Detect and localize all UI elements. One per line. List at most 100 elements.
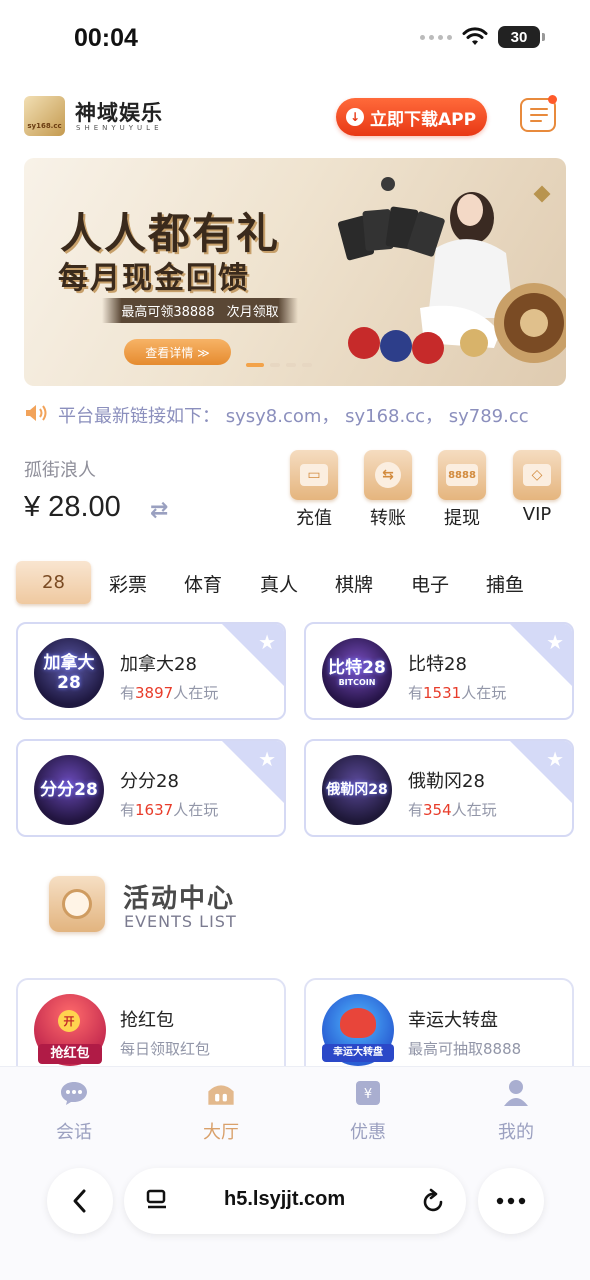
- battery-icon: 30: [498, 26, 545, 48]
- transfer-icon: ⇆: [364, 450, 412, 500]
- game-card-canada28[interactable]: ★ 加拿大28 加拿大28 有3897人在玩: [16, 622, 286, 720]
- tabbar-profile[interactable]: 我的: [476, 1078, 556, 1144]
- menu-line: [530, 114, 548, 116]
- notification-dot: [548, 95, 557, 104]
- back-arrow-icon: [73, 1189, 86, 1213]
- banner-casino-illustration-icon: [337, 177, 566, 364]
- banner-indicator-active: [246, 363, 264, 367]
- tab-live[interactable]: 真人: [260, 570, 298, 597]
- fenfen28-logo: 分分28: [34, 755, 104, 825]
- game-card-oregon28[interactable]: ★ 俄勒冈28 俄勒冈28 有354人在玩: [304, 739, 574, 837]
- lobby-icon: [205, 1078, 237, 1108]
- vip-button[interactable]: ◇ VIP: [513, 450, 561, 525]
- download-app-label: 立即下载APP: [370, 109, 477, 130]
- tab-slots[interactable]: 电子: [411, 570, 449, 597]
- banner-title: 人人都有礼: [60, 209, 281, 258]
- deposit-label: 充值: [296, 508, 332, 529]
- canada28-logo: 加拿大28: [34, 638, 104, 708]
- promo-icon: ¥: [352, 1078, 384, 1108]
- reader-mode-icon[interactable]: [146, 1189, 168, 1213]
- bitcoin28-logo-text: 比特28: [328, 658, 386, 678]
- logo-text: sy168.cc: [27, 122, 62, 130]
- download-icon: ↓: [346, 108, 364, 126]
- lucky-wheel-logo-text: 幸运大转盘: [322, 1044, 394, 1062]
- events-crown-icon: [49, 876, 105, 932]
- banner-indicator: [286, 363, 296, 367]
- banner-indicator: [302, 363, 312, 367]
- red-envelope-badge: 开: [58, 1010, 80, 1032]
- reload-icon[interactable]: [422, 1188, 446, 1214]
- oregon28-logo: 俄勒冈28: [322, 755, 392, 825]
- tab-lottery[interactable]: 彩票: [109, 570, 147, 597]
- wheel-figure: [340, 1008, 376, 1038]
- browser-more-button[interactable]: [478, 1168, 544, 1234]
- transfer-button[interactable]: ⇆ 转账: [364, 450, 412, 530]
- browser-address-bar[interactable]: h5.lsyjjt.com: [124, 1168, 466, 1234]
- banner-indicator: [270, 363, 280, 367]
- menu-line: [530, 120, 542, 122]
- tabbar-chat[interactable]: 会话: [34, 1078, 114, 1144]
- vip-label: VIP: [522, 504, 552, 525]
- withdraw-card-code: 8888: [446, 464, 478, 486]
- game-name: 俄勒冈28: [408, 771, 485, 792]
- announcement-marquee[interactable]: 平台最新链接如下： sysy8.com， sy168.cc， sy789.cc: [58, 402, 568, 428]
- banner-ribbon-right: 次月领取: [226, 305, 279, 320]
- withdraw-button[interactable]: 8888 提现: [438, 450, 486, 530]
- brand-subtitle: SHENYUYULE: [76, 124, 163, 132]
- browser-back-button[interactable]: [47, 1168, 113, 1234]
- signal-dots-icon: [420, 34, 452, 40]
- more-dots-icon: [496, 1197, 526, 1205]
- game-card-bitcoin28[interactable]: ★ 比特28 BITCOIN 比特28 有1531人在玩: [304, 622, 574, 720]
- status-time: 00:04: [74, 24, 138, 52]
- banner-subtitle: 每月现金回馈: [58, 261, 250, 296]
- menu-line: [530, 108, 548, 110]
- player-count: 有3897人在玩: [120, 684, 219, 702]
- tabbar-promo-label: 优惠: [350, 1122, 386, 1143]
- transfer-label: 转账: [370, 508, 406, 529]
- vip-diamond-icon: ◇: [513, 450, 561, 500]
- favorite-star-icon[interactable]: ★: [258, 630, 276, 654]
- favorite-star-icon[interactable]: ★: [546, 630, 564, 654]
- event-desc: 最高可抽取8888: [408, 1040, 522, 1058]
- red-envelope-logo-text: 抢红包: [38, 1044, 102, 1064]
- withdraw-label: 提现: [444, 508, 480, 529]
- red-envelope-icon: 开 抢红包: [34, 994, 106, 1066]
- banner-details-button[interactable]: 查看详情 ≫: [124, 339, 231, 365]
- lucky-wheel-icon: 幸运大转盘: [322, 994, 394, 1066]
- promo-banner[interactable]: 人人都有礼 每月现金回馈 最高可领38888 次月领取 查看详情 ≫: [24, 158, 566, 386]
- favorite-star-icon[interactable]: ★: [258, 747, 276, 771]
- player-count: 有1637人在玩: [120, 801, 219, 819]
- events-title: 活动中心: [123, 884, 236, 914]
- tab-sports[interactable]: 体育: [184, 570, 222, 597]
- tabbar-promo[interactable]: ¥ 优惠: [328, 1078, 408, 1144]
- tab-28[interactable]: 28: [16, 561, 91, 604]
- tab-fishing[interactable]: 捕鱼: [486, 570, 524, 597]
- tabbar-lobby[interactable]: 大厅: [181, 1078, 261, 1144]
- chat-icon: [58, 1078, 90, 1108]
- events-subtitle: EVENTS LIST: [124, 912, 237, 931]
- bitcoin28-logo: 比特28 BITCOIN: [322, 638, 392, 708]
- tabbar-lobby-label: 大厅: [203, 1122, 239, 1143]
- bitcoin28-logo-sub: BITCOIN: [338, 678, 376, 687]
- tab-cards[interactable]: 棋牌: [335, 570, 373, 597]
- game-card-fenfen28[interactable]: ★ 分分28 分分28 有1637人在玩: [16, 739, 286, 837]
- refresh-balance-icon[interactable]: ⇄: [150, 498, 168, 523]
- app-logo: sy168.cc: [24, 96, 65, 136]
- profile-icon: [500, 1078, 532, 1108]
- svg-text:¥: ¥: [364, 1087, 372, 1102]
- player-count: 有354人在玩: [408, 801, 497, 819]
- game-name: 分分28: [120, 771, 179, 792]
- wifi-icon: [462, 27, 488, 45]
- favorite-star-icon[interactable]: ★: [546, 747, 564, 771]
- player-count: 有1531人在玩: [408, 684, 507, 702]
- download-app-button[interactable]: ↓ 立即下载APP: [336, 98, 487, 136]
- browser-url: h5.lsyjjt.com: [224, 1188, 346, 1210]
- banner-ribbon-left: 最高可领38888: [121, 305, 215, 320]
- brand-name: 神域娱乐: [75, 101, 163, 125]
- deposit-button[interactable]: ▭ 充值: [290, 450, 338, 530]
- event-desc: 每日领取红包: [120, 1040, 211, 1058]
- status-indicators: 30: [420, 26, 545, 48]
- withdraw-icon: 8888: [438, 450, 486, 500]
- event-name: 幸运大转盘: [408, 1010, 498, 1031]
- event-name: 抢红包: [120, 1010, 174, 1031]
